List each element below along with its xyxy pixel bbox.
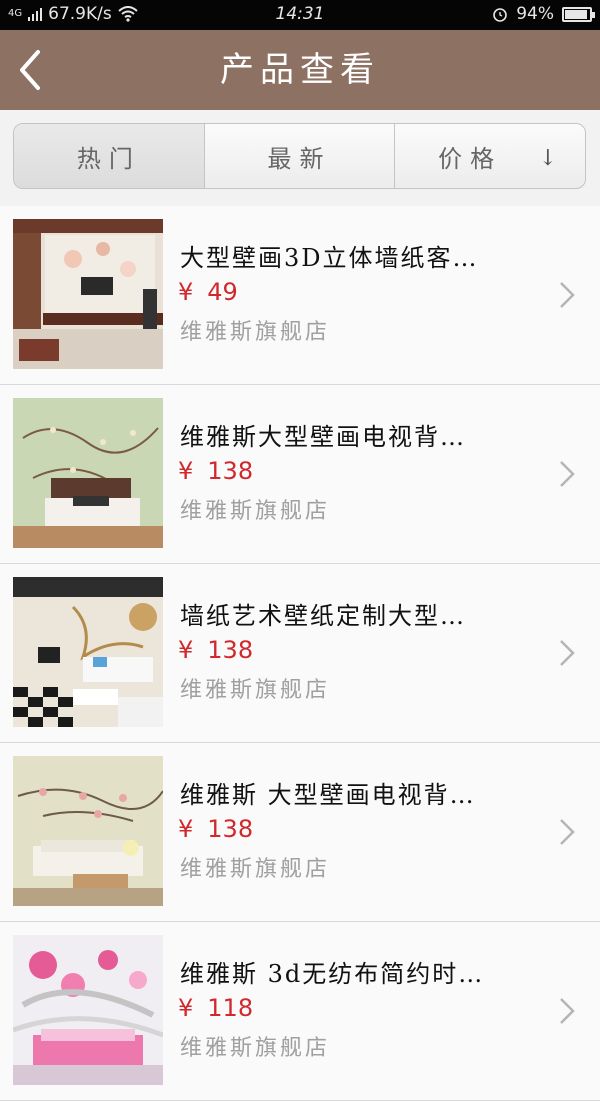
- product-title: 大型壁画3D立体墙纸客…: [180, 244, 479, 272]
- chevron-right-icon: [560, 998, 575, 1024]
- price-value: 138: [207, 457, 254, 485]
- battery-icon: [562, 6, 595, 22]
- sort-tabs: 热门 最新 价格 ↓: [13, 123, 586, 189]
- product-price: ¥ 138: [178, 457, 253, 485]
- battery-percent: 94%: [516, 4, 554, 24]
- list-item[interactable]: 大型壁画3D立体墙纸客… ¥ 49 维雅斯旗舰店: [0, 206, 600, 385]
- back-arrow-icon: [20, 50, 40, 90]
- currency-symbol: ¥: [178, 815, 194, 843]
- tab-price[interactable]: 价格 ↓: [394, 124, 585, 188]
- sort-tabs-area: 热门 最新 价格 ↓: [0, 110, 600, 207]
- sort-down-arrow-icon: ↓: [538, 146, 558, 171]
- product-title: 维雅斯大型壁画电视背…: [180, 423, 466, 451]
- chevron-right-icon: [560, 461, 575, 487]
- currency-symbol: ¥: [178, 994, 194, 1022]
- price-value: 118: [207, 994, 254, 1022]
- tab-price-label: 价格: [438, 144, 503, 173]
- product-image: [13, 756, 163, 906]
- price-value: 138: [207, 815, 254, 843]
- product-price: ¥ 118: [178, 994, 253, 1022]
- alarm-icon: [493, 8, 508, 22]
- product-price: ¥ 138: [178, 636, 253, 664]
- page-title: 产品查看: [220, 50, 380, 90]
- shop-name: 维雅斯旗舰店: [180, 678, 331, 703]
- product-title: 墙纸艺术壁纸定制大型…: [180, 602, 466, 630]
- product-price: ¥ 49: [178, 278, 238, 306]
- product-price: ¥ 138: [178, 815, 253, 843]
- currency-symbol: ¥: [178, 457, 194, 485]
- shop-name: 维雅斯旗舰店: [180, 857, 331, 882]
- product-title: 维雅斯 大型壁画电视背…: [180, 781, 476, 809]
- shop-name: 维雅斯旗舰店: [180, 499, 331, 524]
- list-item[interactable]: 维雅斯 大型壁画电视背… ¥ 138 维雅斯旗舰店: [0, 743, 600, 922]
- price-value: 138: [207, 636, 254, 664]
- currency-symbol: ¥: [178, 636, 194, 664]
- product-list: 大型壁画3D立体墙纸客… ¥ 49 维雅斯旗舰店 维雅斯大型壁画电视背… ¥ 1…: [0, 206, 600, 1101]
- title-bar: 产品查看: [0, 30, 600, 110]
- tab-newest[interactable]: 最新: [203, 124, 395, 188]
- product-image: [13, 219, 163, 369]
- tab-hot-label: 热门: [76, 144, 141, 173]
- shop-name: 维雅斯旗舰店: [180, 320, 331, 345]
- chevron-right-icon: [560, 819, 575, 845]
- tab-newest-label: 最新: [267, 144, 332, 173]
- list-item[interactable]: 墙纸艺术壁纸定制大型… ¥ 138 维雅斯旗舰店: [0, 564, 600, 743]
- product-image: [13, 577, 163, 727]
- tab-hot[interactable]: 热门: [14, 124, 204, 188]
- currency-symbol: ¥: [178, 278, 194, 306]
- list-item[interactable]: 维雅斯 3d无纺布简约时… ¥ 118 维雅斯旗舰店: [0, 922, 600, 1101]
- chevron-right-icon: [560, 282, 575, 308]
- price-value: 49: [207, 278, 238, 306]
- chevron-right-icon: [560, 640, 575, 666]
- product-title: 维雅斯 3d无纺布简约时…: [180, 960, 485, 988]
- product-image: [13, 398, 163, 548]
- list-item[interactable]: 维雅斯大型壁画电视背… ¥ 138 维雅斯旗舰店: [0, 385, 600, 564]
- shop-name: 维雅斯旗舰店: [180, 1036, 331, 1061]
- status-bar: 4G 67.9K/s 14:31 94%: [0, 0, 600, 30]
- product-image: [13, 935, 163, 1085]
- back-button[interactable]: [10, 48, 54, 92]
